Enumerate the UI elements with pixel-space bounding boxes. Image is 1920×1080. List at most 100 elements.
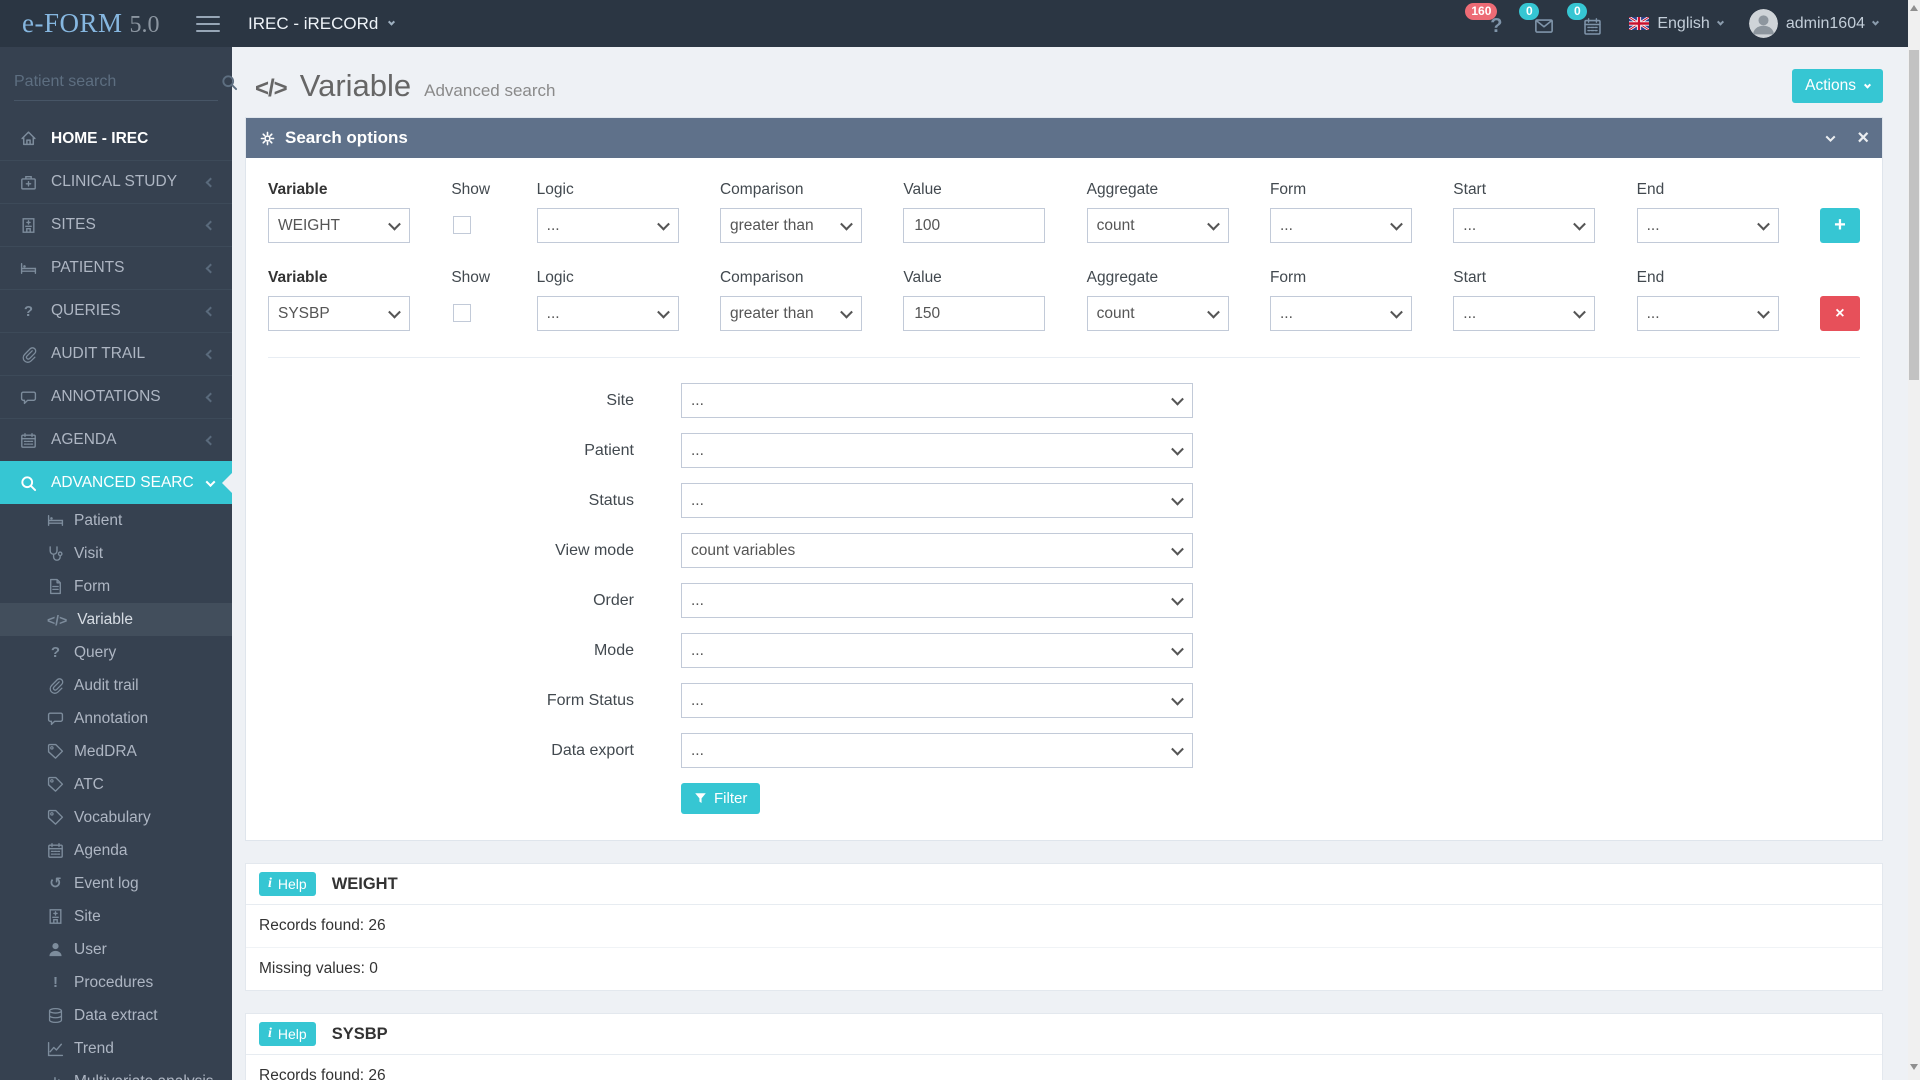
comparison-select-1[interactable]: greater than bbox=[719, 208, 862, 243]
sidebar-subitem-patient[interactable]: Patient bbox=[0, 504, 232, 537]
actions-button[interactable]: Actions bbox=[1792, 69, 1883, 103]
paperclip-icon bbox=[20, 346, 37, 363]
patient-search-input[interactable] bbox=[14, 73, 221, 91]
sidebar-subitem-event-log[interactable]: ↺ Event log bbox=[0, 867, 232, 900]
calendar-icon bbox=[20, 432, 37, 449]
sidebar-item-advanced-search[interactable]: ADVANCED SEARCH bbox=[0, 461, 232, 504]
page-head: </> Variable Advanced search Actions bbox=[245, 47, 1883, 117]
sidebar-subitem-query[interactable]: ? Query bbox=[0, 636, 232, 669]
status-select[interactable]: ... bbox=[681, 483, 1193, 518]
filter-row-mode: Mode ... bbox=[268, 633, 1860, 668]
app-logo[interactable]: e-FORM 5.0 bbox=[22, 8, 160, 39]
aggregate-select-2[interactable]: count bbox=[1086, 296, 1229, 331]
variable-criteria-row: Variable SYSBP Show Logic ... Comparison… bbox=[268, 269, 1860, 331]
filter-row-form-status: Form Status ... bbox=[268, 683, 1860, 718]
chevron-left-icon bbox=[205, 177, 216, 187]
sidebar-item-audit-trail[interactable]: AUDIT TRAIL bbox=[0, 332, 232, 375]
app-window: e-FORM 5.0 IREC - iRECORd 160 ? 0 0 Engl… bbox=[0, 0, 1920, 1080]
sidebar-subitem-data-extract[interactable]: Data extract bbox=[0, 999, 232, 1032]
chevron-down-icon bbox=[1716, 18, 1724, 26]
sidebar-subitem-audit-trail[interactable]: Audit trail bbox=[0, 669, 232, 702]
user-avatar bbox=[1749, 9, 1778, 38]
variable-select-2[interactable]: SYSBP bbox=[268, 296, 410, 331]
logic-select-2[interactable]: ... bbox=[536, 296, 679, 331]
sidebar-subitem-annotation[interactable]: Annotation bbox=[0, 702, 232, 735]
sidebar-item-annotations[interactable]: ANNOTATIONS bbox=[0, 375, 232, 418]
close-icon[interactable]: × bbox=[1857, 128, 1869, 148]
sidebar-toggle-icon[interactable] bbox=[196, 15, 220, 33]
advanced-search-submenu: Patient Visit Form </> Variable ? Query … bbox=[0, 504, 232, 1080]
start-select-1[interactable]: ... bbox=[1453, 208, 1596, 243]
sidebar-subitem-user[interactable]: User bbox=[0, 933, 232, 966]
sidebar-item-agenda[interactable]: AGENDA bbox=[0, 418, 232, 461]
comparison-select-2[interactable]: greater than bbox=[719, 296, 862, 331]
show-checkbox-1[interactable] bbox=[453, 216, 472, 234]
logo-area: e-FORM 5.0 bbox=[0, 0, 232, 47]
filter-row-data-export: Data export ... bbox=[268, 733, 1860, 768]
result-panel-weight: i Help WEIGHT Records found: 26 Missing v… bbox=[245, 863, 1883, 991]
sidebar-subitem-procedures[interactable]: ! Procedures bbox=[0, 966, 232, 999]
show-checkbox-2[interactable] bbox=[453, 304, 472, 322]
patient-select[interactable]: ... bbox=[681, 433, 1193, 468]
value-input-1[interactable] bbox=[903, 208, 1046, 243]
scroll-down-arrow[interactable] bbox=[1910, 1064, 1918, 1070]
sidebar-item-home[interactable]: HOME - IREC bbox=[0, 117, 232, 160]
sidebar-subitem-site[interactable]: Site bbox=[0, 900, 232, 933]
view-mode-select[interactable]: count variables bbox=[681, 533, 1193, 568]
scrollbar-thumb[interactable] bbox=[1909, 50, 1919, 380]
tag-icon bbox=[47, 743, 64, 760]
filter-row-site: Site ... bbox=[268, 383, 1860, 418]
start-select-2[interactable]: ... bbox=[1453, 296, 1596, 331]
advanced-search-submenu-wrap: Patient Visit Form </> Variable ? Query … bbox=[0, 504, 232, 1080]
sidebar-subitem-form[interactable]: Form bbox=[0, 570, 232, 603]
form-select-1[interactable]: ... bbox=[1269, 208, 1412, 243]
filter-button-row: Filter bbox=[681, 783, 1860, 814]
mode-select[interactable]: ... bbox=[681, 633, 1193, 668]
vertical-scrollbar[interactable] bbox=[1908, 0, 1920, 1080]
language-selector[interactable]: English bbox=[1629, 15, 1724, 33]
help-badge-button[interactable]: i Help bbox=[259, 872, 316, 896]
order-select[interactable]: ... bbox=[681, 583, 1193, 618]
sidebar-item-patients[interactable]: PATIENTS bbox=[0, 246, 232, 289]
value-input-2[interactable] bbox=[903, 296, 1046, 331]
sidebar-item-clinical-study[interactable]: CLINICAL STUDY bbox=[0, 160, 232, 203]
sidebar-subitem-trend[interactable]: Trend bbox=[0, 1032, 232, 1065]
filter-button[interactable]: Filter bbox=[681, 783, 761, 814]
form-select-2[interactable]: ... bbox=[1269, 296, 1412, 331]
sidebar-subitem-multivariate-analysis[interactable]: Multivariate analysis bbox=[0, 1065, 232, 1080]
variable-select-1[interactable]: WEIGHT bbox=[268, 208, 410, 243]
result-header: i Help WEIGHT bbox=[246, 864, 1882, 905]
user-menu[interactable]: admin1604 bbox=[1749, 9, 1880, 38]
envelope-icon bbox=[1534, 16, 1554, 36]
remove-row-button[interactable]: × bbox=[1819, 296, 1860, 331]
sidebar-subitem-meddra[interactable]: MedDRA bbox=[0, 735, 232, 768]
sidebar-subitem-atc[interactable]: ATC bbox=[0, 768, 232, 801]
logic-select-1[interactable]: ... bbox=[536, 208, 679, 243]
sidebar-subitem-visit[interactable]: Visit bbox=[0, 537, 232, 570]
calendar-menu[interactable]: 0 bbox=[1567, 2, 1603, 36]
sidebar-subitem-agenda[interactable]: Agenda bbox=[0, 834, 232, 867]
project-selector[interactable]: IREC - iRECORd bbox=[248, 14, 396, 34]
sidebar-search bbox=[14, 73, 218, 101]
site-select[interactable]: ... bbox=[681, 383, 1193, 418]
inbox-menu[interactable]: 0 bbox=[1519, 2, 1555, 36]
collapse-icon[interactable] bbox=[1824, 126, 1837, 150]
info-icon: i bbox=[268, 1026, 272, 1041]
add-row-button[interactable]: + bbox=[1819, 208, 1860, 243]
form-status-select[interactable]: ... bbox=[681, 683, 1193, 718]
scroll-up-arrow[interactable] bbox=[1910, 5, 1918, 11]
help-menu[interactable]: 160 ? bbox=[1465, 2, 1507, 36]
chevron-left-icon bbox=[205, 349, 216, 359]
sidebar-item-sites[interactable]: SITES bbox=[0, 203, 232, 246]
end-select-1[interactable]: ... bbox=[1636, 208, 1779, 243]
medical-bag-icon bbox=[20, 174, 37, 191]
aggregate-select-1[interactable]: count bbox=[1086, 208, 1229, 243]
sidebar-item-queries[interactable]: ? QUERIES bbox=[0, 289, 232, 332]
sidebar-subitem-vocabulary[interactable]: Vocabulary bbox=[0, 801, 232, 834]
data-export-select[interactable]: ... bbox=[681, 733, 1193, 768]
bar-chart-icon bbox=[47, 1073, 64, 1080]
sidebar-subitem-variable[interactable]: </> Variable bbox=[0, 603, 232, 636]
end-select-2[interactable]: ... bbox=[1636, 296, 1779, 331]
help-badge-button[interactable]: i Help bbox=[259, 1022, 316, 1046]
chevron-down-icon bbox=[205, 476, 216, 487]
